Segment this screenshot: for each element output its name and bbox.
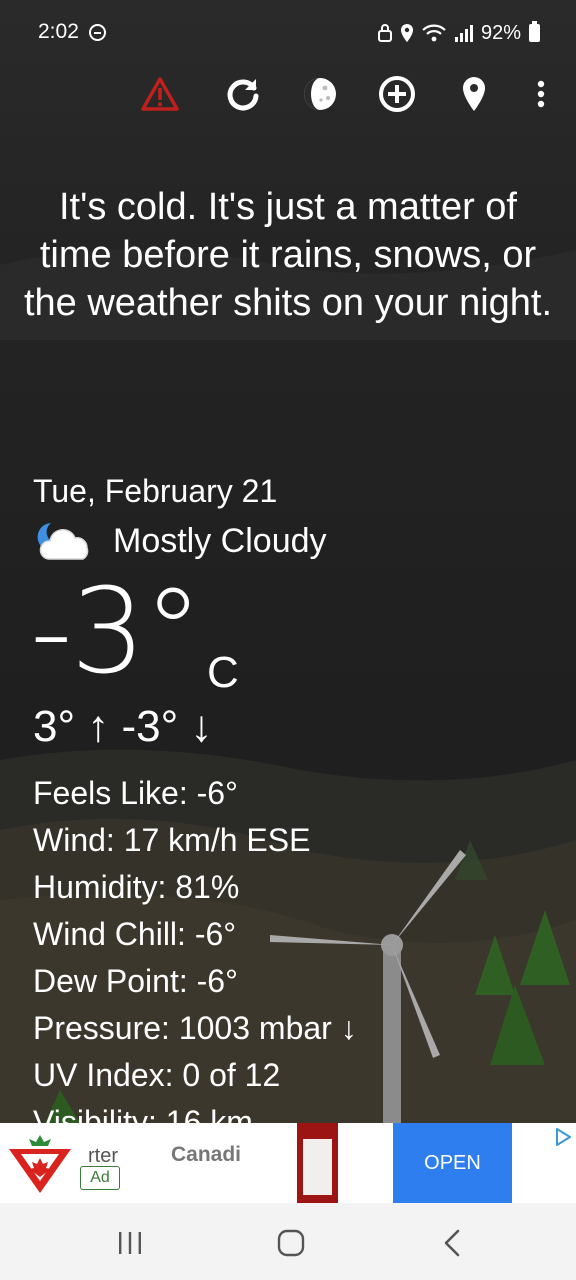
- ad-open-button[interactable]: OPEN: [393, 1123, 512, 1203]
- temperature-unit: C: [207, 648, 239, 697]
- home-icon: [277, 1229, 305, 1257]
- weather-quote: It's cold. It's just a matter of time be…: [23, 186, 553, 324]
- navigation-bar: [0, 1203, 576, 1280]
- detail-dew-point: Dew Point: -6°: [33, 963, 238, 999]
- moon-phase-button[interactable]: [296, 70, 344, 118]
- battery-percent: 92%: [480, 21, 521, 44]
- more-options-icon: [537, 80, 545, 108]
- wifi-icon: [422, 24, 446, 42]
- status-icons: 92%: [377, 20, 540, 46]
- detail-wind: Wind: 17 km/h ESE: [33, 822, 311, 858]
- ad-banner[interactable]: rter Ad Canadi OPEN: [0, 1123, 576, 1203]
- status-time: 2:02: [38, 20, 79, 43]
- refresh-icon: [227, 79, 259, 111]
- detail-feels-like: Feels Like: -6°: [33, 775, 238, 811]
- current-temperature: -3°: [30, 562, 203, 700]
- ad-label: Ad: [80, 1166, 120, 1190]
- add-location-button[interactable]: [373, 70, 421, 118]
- detail-wind-chill: Wind Chill: -6°: [33, 916, 237, 952]
- detail-uv-index: UV Index: 0 of 12: [33, 1057, 281, 1093]
- condition-row: Mostly Cloudy: [33, 517, 327, 565]
- add-location-icon: [379, 76, 415, 112]
- alert-button[interactable]: [136, 70, 184, 118]
- ad-image[interactable]: [297, 1123, 338, 1203]
- high-low-temperature: 3° ↑ -3° ↓: [33, 702, 213, 751]
- moon-phase-icon: [304, 78, 336, 110]
- ad-image-content: [303, 1139, 332, 1195]
- details-viewport[interactable]: Feels Like: -6° Wind: 17 km/h ESE Humidi…: [0, 770, 576, 1123]
- lock-icon: [377, 24, 392, 42]
- home-button[interactable]: [271, 1223, 311, 1263]
- condition-text: Mostly Cloudy: [113, 521, 327, 560]
- ad-brand: Canadi: [171, 1143, 242, 1166]
- location-button[interactable]: [450, 70, 498, 118]
- back-icon: [444, 1229, 460, 1257]
- location-pin-icon: [463, 77, 485, 111]
- recent-apps-icon: [119, 1232, 141, 1254]
- more-options-button[interactable]: [517, 70, 565, 118]
- moon-cloud-icon: [37, 523, 89, 560]
- detail-visibility: Visibility: 16 km: [33, 1104, 253, 1123]
- do-not-disturb-icon: [89, 24, 106, 41]
- ad-choices-icon[interactable]: [553, 1127, 573, 1147]
- status-bar: 2:02 92%: [0, 0, 576, 64]
- signal-icon: [454, 25, 473, 42]
- weather-details: Feels Like: -6° Wind: 17 km/h ESE Humidi…: [33, 770, 553, 1123]
- battery-icon: [529, 21, 540, 42]
- location-icon: [400, 24, 413, 42]
- brand-logo-icon: [9, 1135, 71, 1193]
- forecast-date: Tue, February 21: [33, 473, 278, 509]
- ad-title: rter: [88, 1145, 118, 1167]
- back-button[interactable]: [432, 1223, 472, 1263]
- refresh-button[interactable]: [219, 70, 267, 118]
- weather-toolbar: [0, 66, 576, 122]
- alert-icon: [141, 77, 179, 111]
- detail-pressure: Pressure: 1003 mbar ↓: [33, 1010, 357, 1046]
- recent-apps-button[interactable]: [110, 1223, 150, 1263]
- detail-humidity: Humidity: 81%: [33, 869, 240, 905]
